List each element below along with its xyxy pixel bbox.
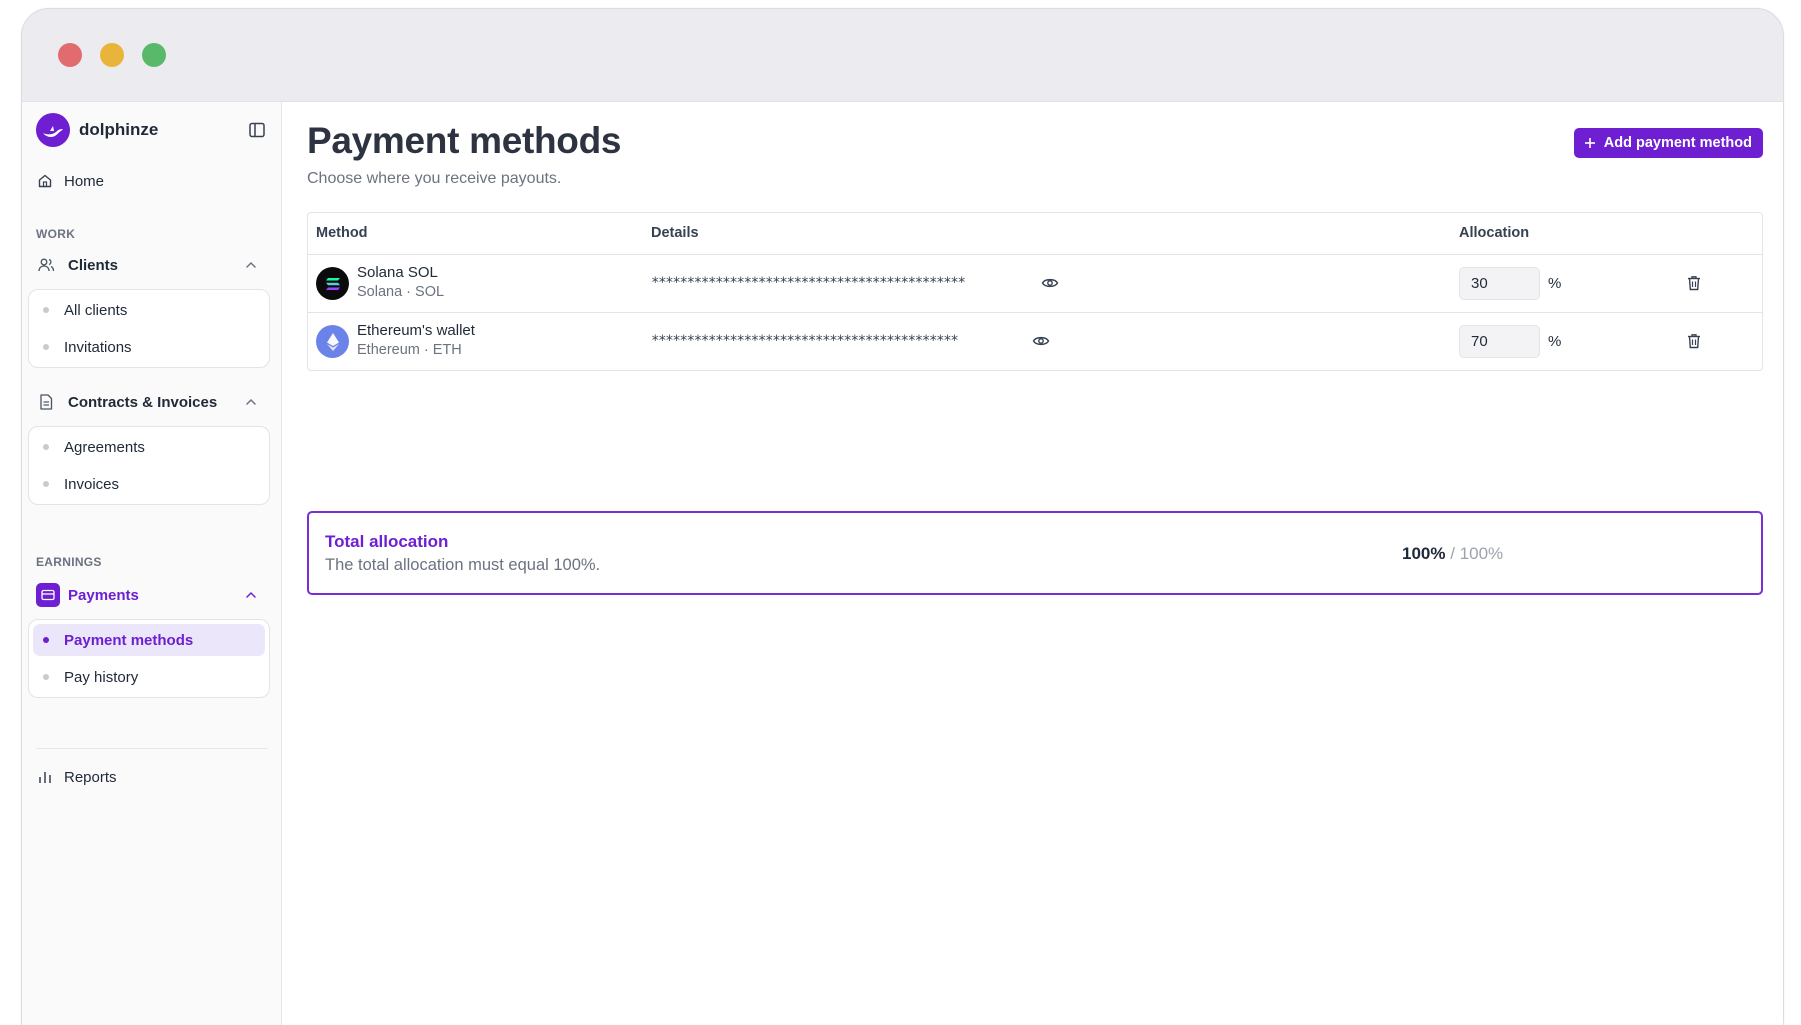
clients-submenu: All clients Invitations: [28, 289, 270, 368]
brand-name: dolphinze: [79, 120, 159, 139]
masked-address: ****************************************…: [651, 333, 959, 349]
sidebar-item-reports[interactable]: Reports: [36, 762, 117, 792]
sidebar-item-payment-methods[interactable]: Payment methods: [33, 624, 265, 656]
maximize-window-button[interactable]: [142, 43, 166, 67]
sidebar-item-agreements[interactable]: Agreements: [33, 431, 265, 463]
sidebar-divider: [36, 748, 268, 749]
page-title: Payment methods: [307, 120, 622, 161]
sidebar-group-label: Clients: [68, 256, 119, 274]
chevron-up-icon[interactable]: [244, 588, 258, 602]
allocation-input[interactable]: [1459, 267, 1540, 300]
section-label-earnings: EARNINGS: [36, 555, 102, 569]
home-icon: [36, 172, 54, 190]
add-payment-method-button[interactable]: Add payment method: [1573, 128, 1763, 158]
sidebar-item-label: Payment methods: [64, 631, 194, 649]
chevron-up-icon[interactable]: [244, 258, 258, 272]
trash-icon[interactable]: [1685, 274, 1703, 292]
method-network: Solana · SOL: [357, 284, 445, 300]
app-window: dolphinze Home WORK Clients All clients …: [21, 8, 1784, 1025]
column-header-allocation: Allocation: [1459, 225, 1530, 241]
sidebar: dolphinze Home WORK Clients All clients …: [22, 102, 282, 1025]
sidebar-toggle-icon[interactable]: [248, 121, 266, 139]
total-allocation-value: 100% / 100%: [1402, 544, 1503, 564]
bar-chart-icon: [36, 768, 54, 786]
solana-icon: [316, 267, 349, 300]
app-content: dolphinze Home WORK Clients All clients …: [22, 101, 1783, 1025]
sidebar-group-contracts[interactable]: Contracts & Invoices: [36, 387, 268, 417]
title-bar: [22, 9, 1783, 101]
close-window-button[interactable]: [58, 43, 82, 67]
brand[interactable]: dolphinze: [36, 113, 158, 147]
method-network: Ethereum · ETH: [357, 342, 462, 358]
current-total: 100%: [1402, 544, 1446, 563]
ethereum-icon: [316, 325, 349, 358]
percent-unit: %: [1548, 275, 1562, 292]
minimize-window-button[interactable]: [100, 43, 124, 67]
sidebar-item-label: All clients: [64, 301, 128, 319]
sidebar-item-label: Pay history: [64, 668, 139, 686]
sidebar-item-label: Invoices: [64, 475, 120, 493]
sidebar-item-pay-history[interactable]: Pay history: [33, 661, 265, 693]
document-icon: [36, 392, 56, 412]
sidebar-item-label: Agreements: [64, 438, 145, 456]
table-row: Ethereum's wallet Ethereum · ETH *******…: [308, 312, 1762, 370]
sidebar-item-label: Reports: [64, 768, 117, 786]
dolphin-logo-icon: [36, 113, 70, 147]
contracts-submenu: Agreements Invoices: [28, 426, 270, 505]
section-label-work: WORK: [36, 227, 76, 241]
payments-submenu: Payment methods Pay history: [28, 619, 270, 698]
bullet-icon: [43, 344, 49, 350]
bullet-icon: [43, 481, 49, 487]
sidebar-group-payments[interactable]: Payments: [36, 580, 268, 610]
allocation-input[interactable]: [1459, 325, 1540, 358]
bullet-icon: [43, 637, 49, 643]
method-name: Solana SOL: [357, 264, 438, 281]
add-button-label: Add payment method: [1603, 135, 1752, 151]
column-header-method: Method: [316, 225, 368, 241]
sidebar-group-clients[interactable]: Clients: [36, 250, 268, 280]
bullet-icon: [43, 307, 49, 313]
plus-icon: [1583, 136, 1597, 150]
bullet-icon: [43, 674, 49, 680]
bullet-icon: [43, 444, 49, 450]
page-subtitle: Choose where you receive payouts.: [307, 170, 562, 187]
total-allocation-panel: Total allocation The total allocation mu…: [307, 511, 1763, 595]
sidebar-item-invitations[interactable]: Invitations: [33, 331, 265, 363]
payment-methods-table: Method Details Allocation Solana SOL Sol…: [307, 212, 1763, 371]
masked-address: ****************************************…: [651, 275, 966, 291]
sidebar-item-home[interactable]: Home: [36, 166, 104, 196]
total-allocation-title: Total allocation: [325, 532, 449, 551]
sidebar-item-all-clients[interactable]: All clients: [33, 294, 265, 326]
required-total: 100%: [1459, 544, 1504, 563]
total-allocation-description: The total allocation must equal 100%.: [325, 556, 601, 574]
sidebar-group-label: Payments: [68, 586, 139, 604]
table-row: Solana SOL Solana · SOL ****************…: [308, 254, 1762, 312]
sidebar-item-invoices[interactable]: Invoices: [33, 468, 265, 500]
table-header: Method Details Allocation: [308, 213, 1762, 254]
column-header-details: Details: [651, 225, 699, 241]
sidebar-item-label: Invitations: [64, 338, 132, 356]
users-icon: [36, 255, 56, 275]
sidebar-group-label: Contracts & Invoices: [68, 393, 218, 411]
percent-unit: %: [1548, 333, 1562, 350]
trash-icon[interactable]: [1685, 332, 1703, 350]
sidebar-item-label: Home: [64, 172, 105, 190]
method-name: Ethereum's wallet: [357, 322, 475, 339]
main-panel: Payment methods Choose where you receive…: [283, 102, 1783, 1025]
chevron-up-icon[interactable]: [244, 395, 258, 409]
eye-icon[interactable]: [1032, 332, 1050, 350]
credit-card-icon: [36, 583, 60, 607]
eye-icon[interactable]: [1041, 274, 1059, 292]
total-separator: /: [1445, 544, 1460, 563]
